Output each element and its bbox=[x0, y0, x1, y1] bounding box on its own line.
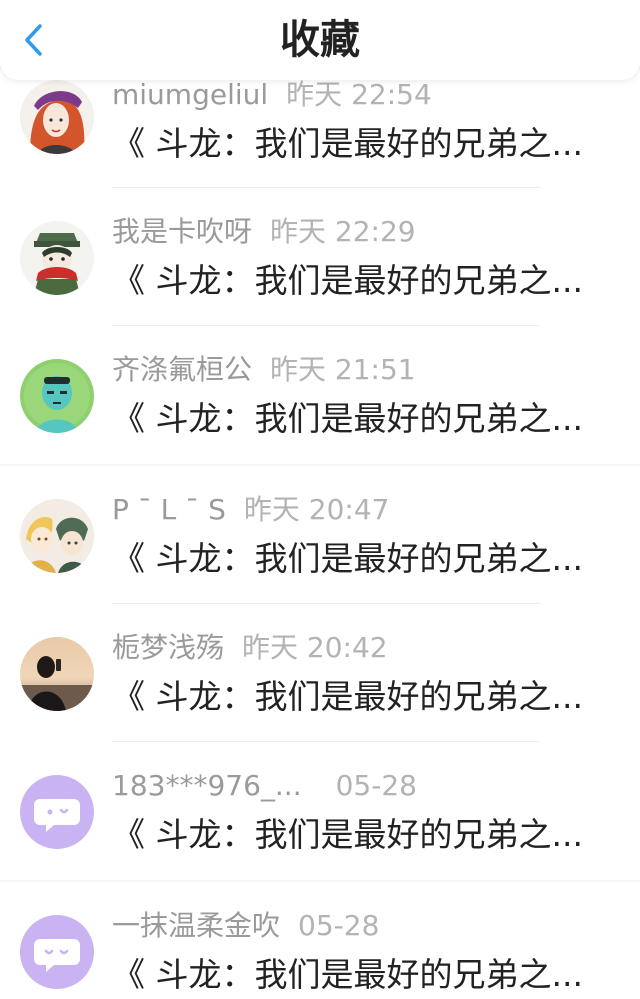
username[interactable]: 我是卡吹呀 bbox=[112, 215, 252, 248]
list-item[interactable]: 我是卡吹呀 昨天 22:29 《 斗龙：我们是最好的兄弟之... bbox=[0, 188, 640, 326]
post-title[interactable]: 《 斗龙：我们是最好的兄弟之... bbox=[112, 813, 592, 857]
favorites-screen: 收藏 miumgeliul 昨天 22:54 《 斗龙：我们是最好的兄弟之...… bbox=[0, 0, 640, 999]
post-title[interactable]: 《 斗龙：我们是最好的兄弟之... bbox=[112, 259, 592, 303]
anime-duo-avatar[interactable] bbox=[20, 499, 94, 573]
boy-red-scarf-avatar[interactable] bbox=[20, 221, 94, 295]
post-title[interactable]: 《 斗龙：我们是最好的兄弟之... bbox=[112, 397, 592, 441]
post-title[interactable]: 《 斗龙：我们是最好的兄弟之... bbox=[112, 953, 592, 997]
list-item[interactable]: 栀梦浅殇 昨天 20:42 《 斗龙：我们是最好的兄弟之... bbox=[0, 604, 640, 742]
post-title[interactable]: 《 斗龙：我们是最好的兄弟之... bbox=[112, 675, 592, 719]
list-item[interactable]: 183***976_... 05-28 《 斗龙：我们是最好的兄弟之... bbox=[0, 742, 640, 880]
username[interactable]: P ˉ L ˉ S bbox=[112, 493, 226, 526]
username[interactable]: 齐涤氟桓公 bbox=[112, 353, 252, 386]
timestamp: 昨天 22:29 bbox=[270, 215, 416, 248]
sunset-photo-avatar[interactable] bbox=[20, 637, 94, 711]
header-bar: 收藏 bbox=[0, 0, 640, 80]
timestamp: 昨天 20:42 bbox=[242, 631, 388, 664]
favorites-list: miumgeliul 昨天 22:54 《 斗龙：我们是最好的兄弟之... 我是… bbox=[0, 70, 640, 999]
page-title: 收藏 bbox=[280, 17, 360, 63]
default-purple-avatar[interactable] bbox=[20, 775, 94, 849]
timestamp: 05-28 bbox=[298, 909, 380, 942]
girl-red-hair-avatar[interactable] bbox=[20, 80, 94, 154]
timestamp: 05-28 bbox=[335, 769, 417, 802]
timestamp: 昨天 22:54 bbox=[286, 78, 432, 111]
post-title[interactable]: 《 斗龙：我们是最好的兄弟之... bbox=[112, 537, 592, 581]
username[interactable]: 栀梦浅殇 bbox=[112, 631, 224, 664]
post-title[interactable]: 《 斗龙：我们是最好的兄弟之... bbox=[112, 122, 592, 166]
list-item[interactable]: miumgeliul 昨天 22:54 《 斗龙：我们是最好的兄弟之... bbox=[0, 70, 640, 188]
username[interactable]: miumgeliul bbox=[112, 78, 268, 111]
green-face-avatar[interactable] bbox=[20, 359, 94, 433]
list-item[interactable]: 齐涤氟桓公 昨天 21:51 《 斗龙：我们是最好的兄弟之... bbox=[0, 326, 640, 464]
list-item[interactable]: P ˉ L ˉ S 昨天 20:47 《 斗龙：我们是最好的兄弟之... bbox=[0, 466, 640, 604]
default-purple-avatar[interactable] bbox=[20, 915, 94, 989]
username[interactable]: 183***976_... bbox=[112, 769, 302, 802]
list-item[interactable]: 一抹温柔金吹 05-28 《 斗龙：我们是最好的兄弟之... bbox=[0, 882, 640, 999]
timestamp: 昨天 21:51 bbox=[270, 353, 416, 386]
username[interactable]: 一抹温柔金吹 bbox=[112, 909, 280, 942]
timestamp: 昨天 20:47 bbox=[243, 493, 390, 526]
